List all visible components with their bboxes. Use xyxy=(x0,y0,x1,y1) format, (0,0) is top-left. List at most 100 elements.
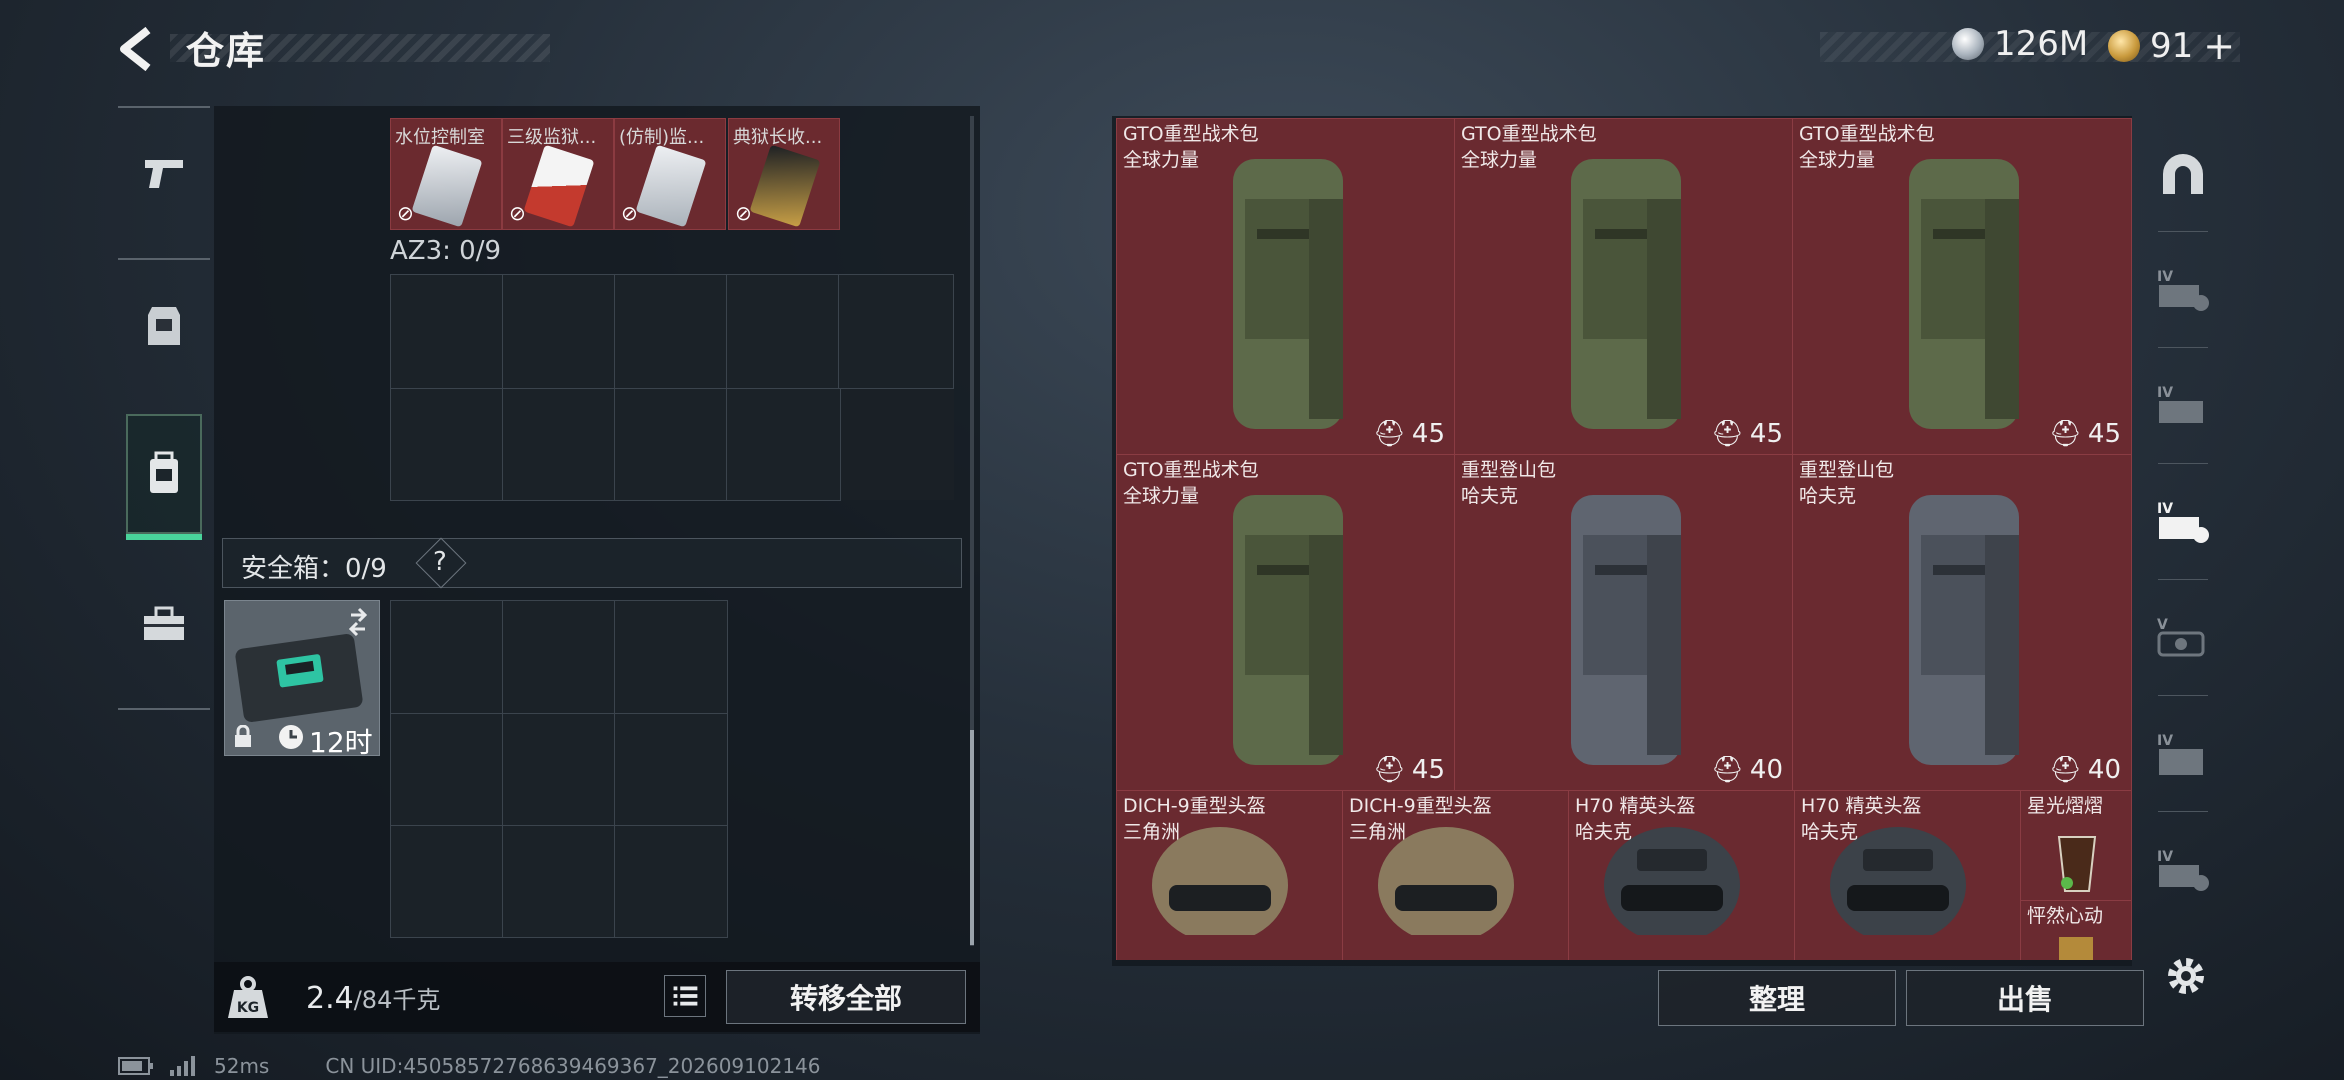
item-icon xyxy=(2059,937,2093,960)
lock-icon xyxy=(235,725,251,747)
item-capacity: ⛑ 45 xyxy=(1372,419,1445,449)
safe-box-bar: 安全箱：0/9 ? xyxy=(222,537,962,589)
filter-tier[interactable]: IV xyxy=(2138,232,2228,348)
stash-item[interactable]: H70 精英头盔 哈夫克 xyxy=(1568,790,1796,960)
help-icon[interactable]: ? xyxy=(433,547,447,577)
battery-icon xyxy=(118,1057,153,1075)
item-label: (仿制)监... xyxy=(619,127,705,148)
backpack-image xyxy=(1909,495,2019,765)
filter-tier[interactable]: V xyxy=(2138,580,2228,696)
az3-capacity-label: AZ3: 0/9 xyxy=(390,236,502,266)
tier-iv-filter-icon: IV xyxy=(2157,849,2209,891)
safe-slot[interactable] xyxy=(502,825,615,938)
safe-slot[interactable] xyxy=(614,825,728,938)
grid-slot[interactable] xyxy=(726,388,841,501)
ping-readout: 52ms xyxy=(214,1054,270,1078)
back-arrow-icon[interactable] xyxy=(118,26,160,72)
filter-all[interactable] xyxy=(2138,116,2228,232)
stash-item[interactable]: DICH-9重型头盔 三角洲 xyxy=(1116,790,1344,960)
safe-timer: 12时 xyxy=(309,726,373,756)
container-item[interactable]: (仿制)监... ⊘ xyxy=(614,118,726,230)
stash-item[interactable]: DICH-9重型头盔 三角洲 xyxy=(1342,790,1570,960)
item-maker: 全球力量 xyxy=(1799,149,1876,171)
nav-toolbox[interactable] xyxy=(126,564,202,684)
stash-item[interactable]: GTO重型战术包 全球力量 ⛑ 45 xyxy=(1116,118,1456,456)
item-name: 怦然心动 xyxy=(2027,905,2104,927)
gold-coin-icon xyxy=(2108,30,2140,62)
grid-slot[interactable] xyxy=(502,274,615,389)
svg-text:V: V xyxy=(2157,617,2168,633)
add-currency-icon[interactable]: + xyxy=(2203,24,2235,68)
grid-slot[interactable] xyxy=(390,274,503,389)
stash-item[interactable]: 重型登山包 哈夫克 ⛑ 40 xyxy=(1454,454,1794,792)
filter-tier[interactable]: IV xyxy=(2138,696,2228,812)
container-item[interactable]: 水位控制室 ⊘ xyxy=(390,118,502,230)
safe-slot[interactable] xyxy=(390,600,503,714)
grid-slot[interactable] xyxy=(614,274,727,389)
safe-slot[interactable] xyxy=(502,600,615,714)
list-view-icon[interactable] xyxy=(664,975,706,1017)
stash-item[interactable]: H70 精英头盔 哈夫克 xyxy=(1794,790,2022,960)
safe-box-item[interactable]: 12时 xyxy=(224,600,380,756)
helmet-image xyxy=(1604,827,1740,935)
item-name: 重型登山包 xyxy=(1799,459,1895,481)
stash-item[interactable]: GTO重型战术包 全球力量 ⛑ 45 xyxy=(1792,118,2132,456)
backpack-image xyxy=(1571,159,1681,429)
toolbox-icon xyxy=(144,606,184,640)
sort-button[interactable]: 整理 xyxy=(1658,970,1896,1026)
container-scroll-thumb[interactable] xyxy=(970,730,974,945)
item-capacity: ⛑ 45 xyxy=(1710,419,1783,449)
stash-item[interactable]: 重型登山包 哈夫克 ⛑ 40 xyxy=(1792,454,2132,792)
drink-icon xyxy=(2057,836,2097,892)
item-maker: 哈夫克 xyxy=(1799,485,1857,507)
grid-slot[interactable] xyxy=(390,388,503,501)
item-name: H70 精英头盔 xyxy=(1801,795,1922,817)
transfer-all-button[interactable]: 转移全部 xyxy=(726,970,966,1024)
filter-tier[interactable]: IV xyxy=(2138,812,2228,928)
armor-vest-icon xyxy=(148,307,180,345)
svg-text:KG: KG xyxy=(237,1000,259,1016)
keycard-icon xyxy=(749,144,821,228)
tier-iv-filter-icon: IV xyxy=(2157,385,2203,423)
container-item[interactable]: 典狱长收... ⊘ xyxy=(728,118,840,230)
weight-max: /84千克 xyxy=(353,986,441,1014)
grid-slot[interactable] xyxy=(726,274,839,389)
backpack-image xyxy=(1233,495,1343,765)
backpack-image xyxy=(1571,495,1681,765)
tier-iv-filter-icon: IV xyxy=(2157,733,2203,775)
nav-divider xyxy=(118,708,210,710)
stash-item[interactable]: GTO重型战术包 全球力量 ⛑ 45 xyxy=(1454,118,1794,456)
container-item[interactable]: 三级监狱... ⊘ xyxy=(502,118,614,230)
uid-text: CN UID:4505857276863946936​7_20260910214… xyxy=(325,1054,821,1078)
safe-slot[interactable] xyxy=(390,825,503,938)
filter-tier[interactable]: IV xyxy=(2138,348,2228,464)
nav-weapons[interactable] xyxy=(126,114,202,234)
grid-slot[interactable] xyxy=(614,388,727,501)
gold-currency[interactable]: 91 + xyxy=(2108,24,2235,68)
svg-text:IV: IV xyxy=(2157,733,2173,749)
filter-sidebar: IV IV IV V IV IV xyxy=(2138,116,2228,1028)
keycard-icon xyxy=(523,144,595,228)
safe-slot[interactable] xyxy=(390,713,503,826)
stash-item[interactable]: 星光熠熠 xyxy=(2020,790,2132,902)
gear-icon[interactable] xyxy=(2164,954,2208,998)
safe-slot[interactable] xyxy=(614,600,728,714)
helmet-image xyxy=(1378,827,1514,935)
stash-item[interactable]: 怦然心动 xyxy=(2020,900,2132,960)
item-maker: 全球力量 xyxy=(1461,149,1538,171)
safe-slot[interactable] xyxy=(614,713,728,826)
svg-text:IV: IV xyxy=(2157,385,2173,401)
no-transfer-icon: ⊘ xyxy=(509,201,526,225)
grid-slot[interactable] xyxy=(502,388,615,501)
item-label: 水位控制室 xyxy=(395,127,485,148)
grid-slot[interactable] xyxy=(838,274,954,389)
status-bar: 52ms CN UID:4505857276863946936​7_202609… xyxy=(118,1054,821,1078)
nav-backpack[interactable] xyxy=(126,414,202,540)
filter-tier-active[interactable]: IV xyxy=(2138,464,2228,580)
tier-iv-filter-icon: IV xyxy=(2157,269,2209,311)
sell-button[interactable]: 出售 xyxy=(1906,970,2144,1026)
no-transfer-icon: ⊘ xyxy=(621,201,638,225)
safe-slot[interactable] xyxy=(502,713,615,826)
nav-armor[interactable] xyxy=(126,266,202,386)
stash-item[interactable]: GTO重型战术包 全球力量 ⛑ 45 xyxy=(1116,454,1456,792)
